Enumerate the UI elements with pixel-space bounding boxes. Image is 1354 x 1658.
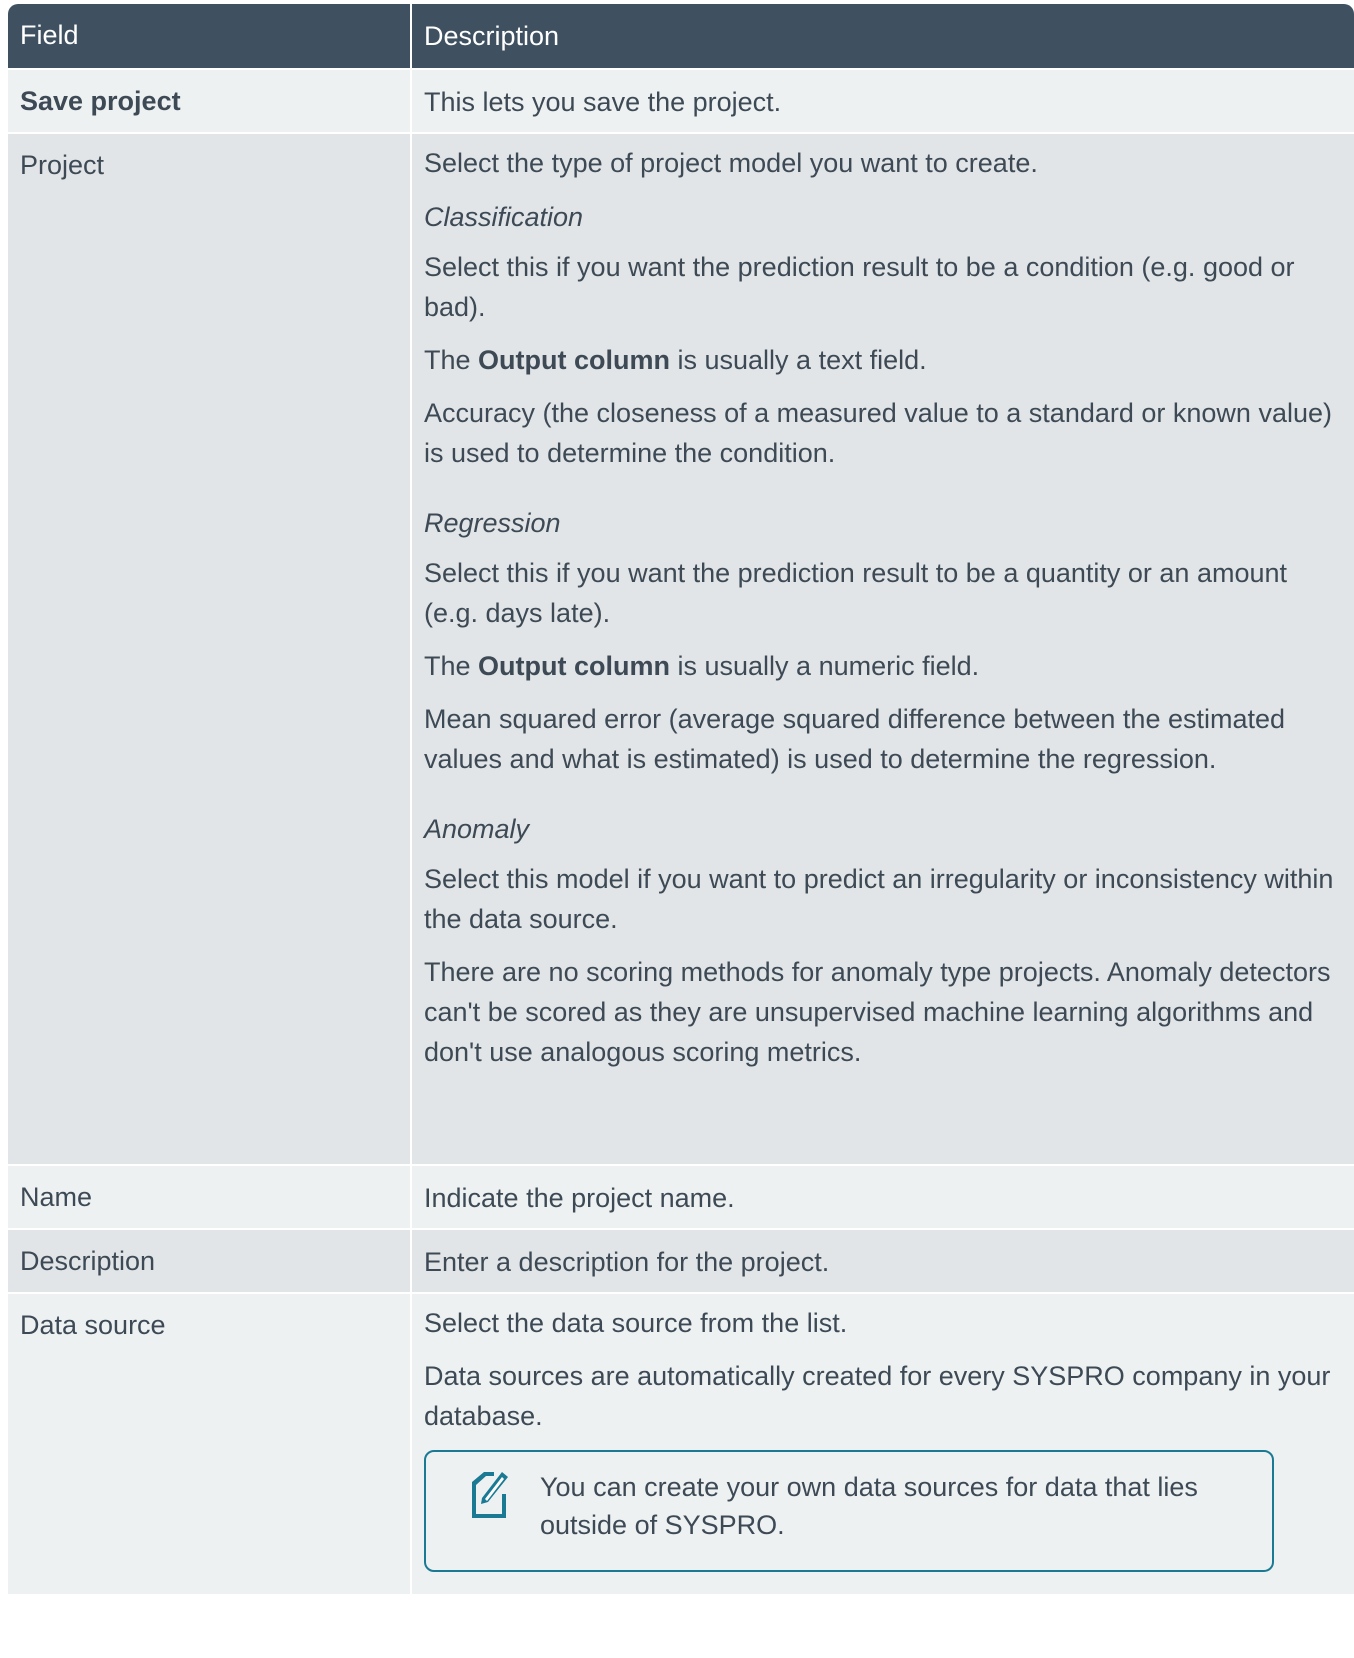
classification-heading: Classification [424,202,584,232]
header-field: Field [8,4,412,68]
desc-description: Enter a description for the project. [424,1247,830,1277]
desc-project: Select the type of project model you wan… [412,134,1354,1164]
desc-save-project: This lets you save the project. [424,87,782,117]
datasource-p2: Data sources are automatically created f… [424,1361,1331,1431]
field-description-table: Field Description Save project This lets… [8,4,1354,1594]
project-intro: Select the type of project model you wan… [424,148,1038,178]
desc-data-source: Select the data source from the list. Da… [412,1294,1354,1594]
table-row-project: Project Select the type of project model… [8,132,1354,1164]
field-description: Description [8,1230,412,1292]
regression-p2-post: is usually a numeric field. [670,651,980,681]
note-pencil-icon [466,1468,510,1522]
field-project: Project [8,134,412,1164]
table-row-data-source: Data source Select the data source from … [8,1292,1354,1594]
classification-p2-post: is usually a text field. [670,345,927,375]
regression-p2-pre: The [424,651,479,681]
classification-output-column: Output column [478,345,670,375]
table-header: Field Description [8,4,1354,68]
anomaly-p1: Select this model if you want to predict… [424,864,1334,934]
regression-heading: Regression [424,508,561,538]
regression-p2: The Output column is usually a numeric f… [424,646,1342,686]
classification-p3: Accuracy (the closeness of a measured va… [424,398,1332,468]
field-data-source: Data source [8,1294,412,1594]
datasource-p1: Select the data source from the list. [424,1308,848,1338]
header-description: Description [424,21,560,51]
regression-output-column: Output column [478,651,670,681]
table-row-description: Description Enter a description for the … [8,1228,1354,1292]
note-text: You can create your own data sources for… [540,1472,1198,1540]
classification-p2-pre: The [424,345,479,375]
classification-p2: The Output column is usually a text fiel… [424,340,1342,380]
table-row-name: Name Indicate the project name. [8,1164,1354,1228]
classification-p1: Select this if you want the prediction r… [424,252,1295,322]
desc-name: Indicate the project name. [424,1183,735,1213]
table-row-save-project: Save project This lets you save the proj… [8,68,1354,132]
regression-p1: Select this if you want the prediction r… [424,558,1287,628]
field-name: Name [8,1166,412,1228]
field-save-project: Save project [8,70,412,132]
anomaly-p2: There are no scoring methods for anomaly… [424,957,1331,1067]
anomaly-heading: Anomaly [424,814,530,844]
regression-p3: Mean squared error (average squared diff… [424,704,1286,774]
note-box: You can create your own data sources for… [424,1450,1274,1572]
